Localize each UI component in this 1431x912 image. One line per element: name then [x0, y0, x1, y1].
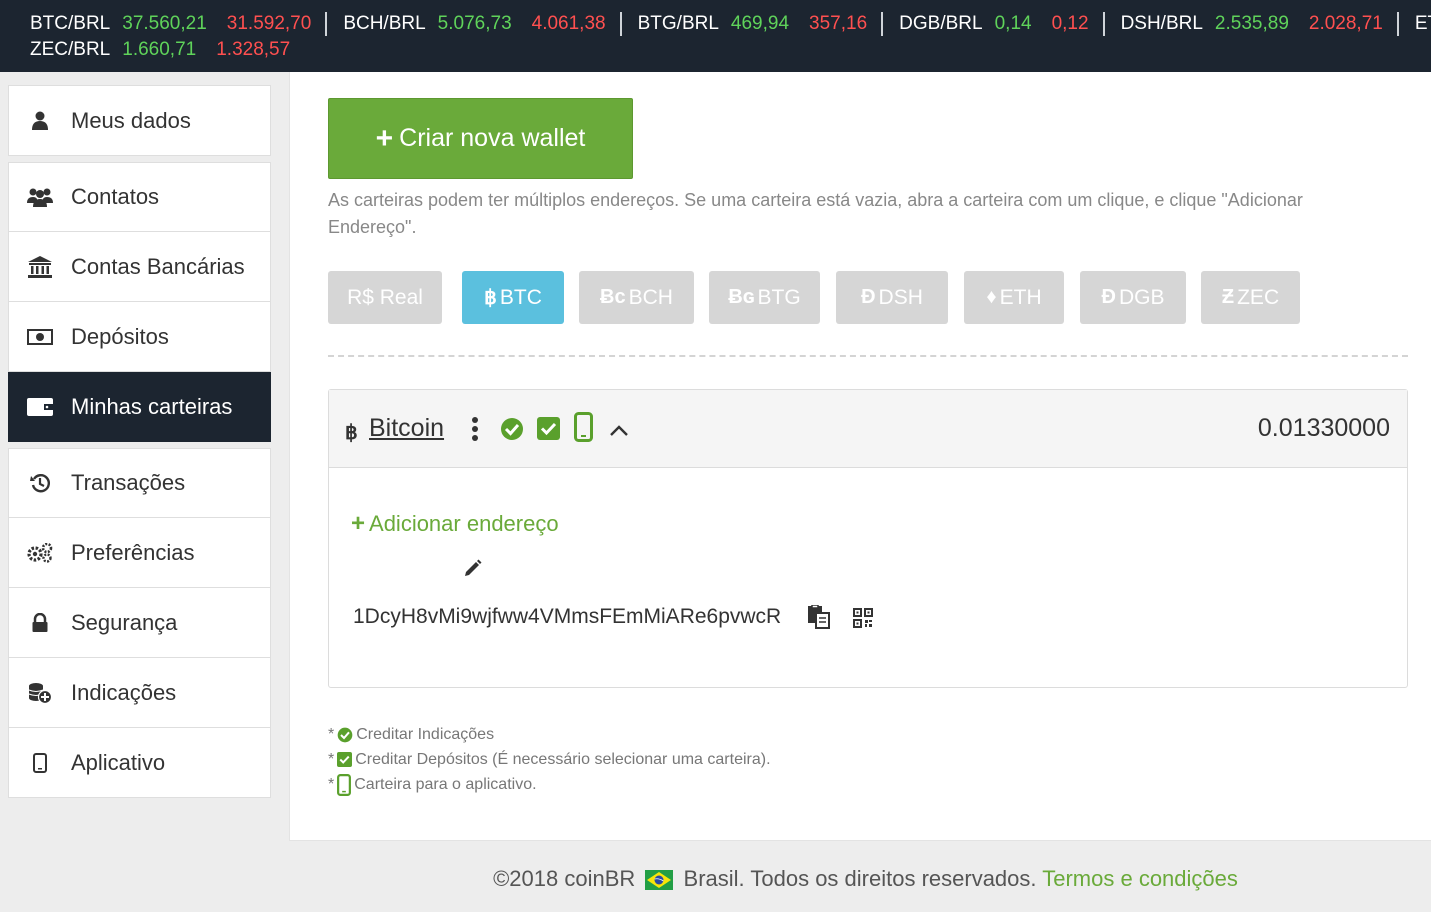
main-panel: + Criar nova wallet As carteiras podem t… [289, 72, 1431, 841]
wallet-icon [9, 397, 71, 416]
eth-icon: ♦ [986, 286, 997, 308]
legend-item: * Carteira para o aplicativo. [328, 772, 771, 797]
tab-btc[interactable]: ฿ BTC [462, 271, 564, 324]
sidebar-item-indicacoes[interactable]: Indicações [8, 658, 271, 728]
btc-icon: ฿ [345, 422, 358, 444]
user-icon [9, 111, 71, 131]
ticker-item-btc: BTC/BRL 37.560,21 31.592,70 [0, 12, 328, 36]
zec-icon: Ƶ [1221, 286, 1235, 308]
create-wallet-button[interactable]: + Criar nova wallet [328, 98, 633, 179]
sidebar-item-seguranca[interactable]: Segurança [8, 588, 271, 658]
wallet-balance: 0.01330000 [1257, 414, 1390, 442]
btc-icon: ฿ [484, 287, 497, 309]
tab-real[interactable]: R$ Real [328, 271, 442, 324]
wallet-card-header[interactable]: ฿ Bitcoin 0.01330000 [329, 390, 1407, 468]
check-circle-icon [500, 417, 524, 446]
sidebar-item-contas-bancarias[interactable]: Contas Bancárias [8, 232, 271, 302]
check-square-icon [537, 417, 560, 445]
gears-icon [9, 542, 71, 563]
btg-icon: Ƀɢ [728, 286, 755, 308]
ticker-item-eth: ETH/B [1414, 13, 1431, 34]
tab-eth[interactable]: ♦ ETH [964, 271, 1064, 324]
brazil-flag-icon [645, 870, 674, 896]
bank-icon [9, 255, 71, 278]
sidebar-item-depositos[interactable]: Depósitos [8, 302, 271, 372]
plus-icon: + [351, 510, 366, 537]
check-circle-icon [337, 727, 353, 742]
wallet-hint-text: As carteiras podem ter múltiplos endereç… [328, 190, 1303, 237]
money-icon [9, 328, 71, 345]
add-address-link[interactable]: + Adicionar endereço [351, 510, 559, 538]
price-ticker: BTC/BRL 37.560,21 31.592,70 BCH/BRL 5.076,73… [0, 0, 1431, 72]
footer-rights: Brasil. Todos os direitos reservados. [683, 866, 1037, 891]
tab-zec[interactable]: Ƶ ZEC [1201, 271, 1300, 324]
copy-icon[interactable] [807, 604, 831, 634]
tab-dsh[interactable]: Đ DSH [836, 271, 948, 324]
sidebar-item-contatos[interactable]: Contatos [8, 162, 271, 232]
ticker-item-btg: BTG/BRL 469,94 357,16 [622, 12, 884, 36]
wallet-name-link[interactable]: Bitcoin [369, 414, 444, 443]
ticker-row-2: ZEC/BRL 1.660,71 1.328,57 [0, 38, 304, 62]
check-square-icon [337, 752, 353, 767]
tab-dgb[interactable]: Ð DGB [1080, 271, 1186, 324]
sidebar-item-preferencias[interactable]: Preferências [8, 518, 271, 588]
wallet-card: ฿ Bitcoin 0.01330000 + Adicionar endereço [328, 389, 1408, 688]
ticker-item-dsh: DSH/BRL 2.535,89 2.028,71 [1105, 12, 1399, 36]
icon-legend: * Creditar Indicações * Creditar Depósit… [328, 722, 771, 797]
ticker-item-zec: ZEC/BRL 1.660,71 1.328,57 [30, 39, 291, 60]
footer-copyright: ©2018 coinBR [493, 866, 636, 891]
chevron-up-icon[interactable] [609, 424, 629, 442]
pencil-icon[interactable] [462, 559, 482, 584]
lock-icon [9, 612, 71, 633]
ticker-item-dgb: DGB/BRL 0,14 0,12 [883, 12, 1105, 36]
bch-icon: Ƀc [600, 286, 626, 308]
sidebar-nav: Meus dados Contatos Contas Bancárias Dep… [8, 85, 271, 798]
mobile-icon [9, 752, 71, 773]
ticker-item-bch: BCH/BRL 5.076,73 4.061,38 [327, 12, 622, 36]
qrcode-icon[interactable] [853, 608, 873, 633]
legend-item: * Creditar Depósitos (É necessário selec… [328, 751, 771, 768]
sidebar-item-minhas-carteiras[interactable]: Minhas carteiras [8, 372, 271, 442]
mobile-icon [337, 773, 352, 796]
terms-link[interactable]: Termos e condições [1042, 866, 1238, 891]
tab-bch[interactable]: Ƀc BCH [579, 271, 694, 324]
divider [328, 355, 1408, 357]
sidebar-item-meus-dados[interactable]: Meus dados [8, 85, 271, 156]
footer: ©2018 coinBR Brasil. Todos os direitos r… [0, 866, 1431, 896]
history-icon [9, 473, 71, 493]
tab-btg[interactable]: Ƀɢ BTG [709, 271, 820, 324]
sidebar-item-transacoes[interactable]: Transações [8, 448, 271, 518]
more-options-icon[interactable] [471, 416, 479, 447]
users-icon [9, 187, 71, 207]
legend-item: * Creditar Indicações [328, 726, 495, 743]
wallet-address: 1DcyH8vMi9wjfww4VMmsFEmMiARe6pvwcR [353, 605, 782, 628]
plus-icon: + [375, 121, 394, 155]
sidebar-item-aplicativo[interactable]: Aplicativo [8, 728, 271, 798]
mobile-icon [574, 412, 593, 447]
dgb-icon: Ð [1101, 286, 1116, 308]
ticker-row-1: BTC/BRL 37.560,21 31.592,70 BCH/BRL 5.076,73… [0, 12, 1431, 36]
dash-icon: Đ [861, 286, 876, 308]
coins-plus-icon [9, 682, 71, 704]
